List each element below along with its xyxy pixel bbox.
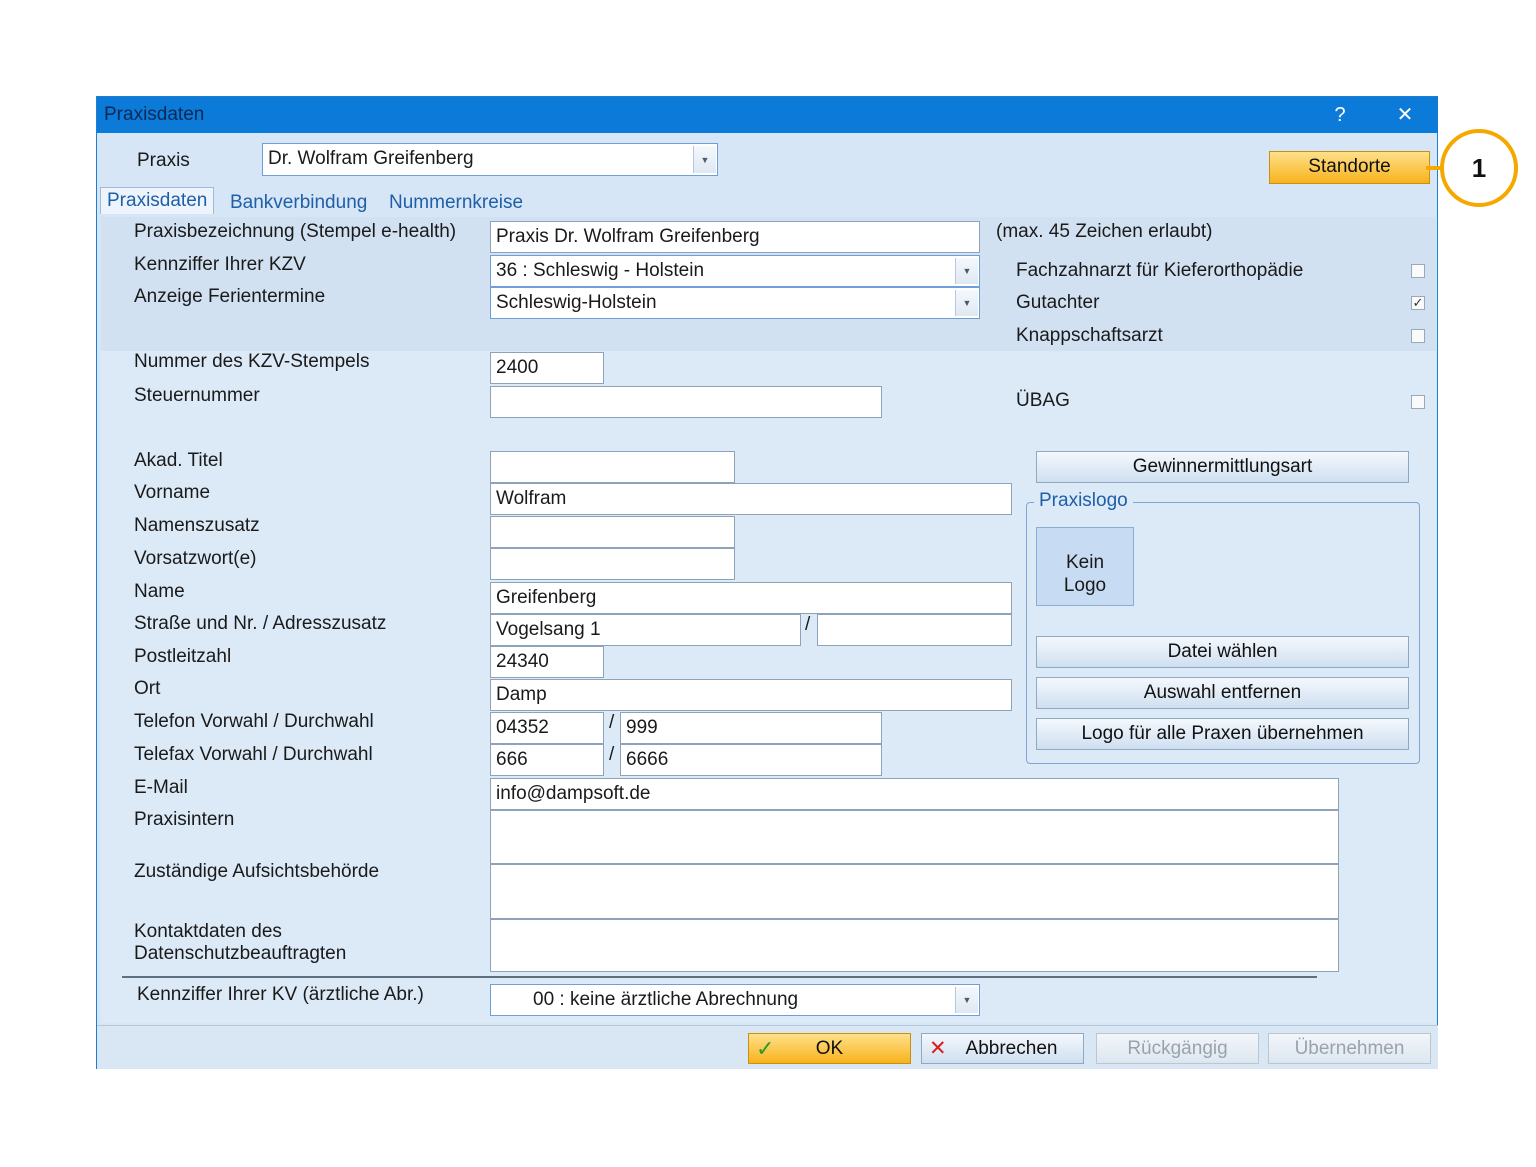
strasse-label: Straße und Nr. / Adresszusatz xyxy=(134,613,387,634)
tab-praxisdaten[interactable]: Praxisdaten xyxy=(100,187,215,214)
ferien-label: Anzeige Ferientermine xyxy=(134,286,326,307)
checkbox-kfo-label: Fachzahnarzt für Kieferorthopädie xyxy=(1016,260,1304,281)
telefax-durchwahl-input[interactable]: 6666 xyxy=(620,744,882,776)
aufsicht-label: Zuständige Aufsichtsbehörde xyxy=(134,861,380,882)
vorsatzwort-label: Vorsatzwort(e) xyxy=(134,548,257,569)
help-icon[interactable]: ? xyxy=(1328,104,1352,127)
telefax-label: Telefax Vorwahl / Durchwahl xyxy=(134,744,373,765)
title-bar xyxy=(97,97,1438,133)
ort-label: Ort xyxy=(134,678,161,699)
tab-bankverbindung[interactable]: Bankverbindung xyxy=(230,192,367,214)
steuer-input[interactable] xyxy=(490,386,882,418)
ferien-dropdown[interactable]: Schleswig-Holstein ▼ xyxy=(490,287,980,319)
chevron-down-icon[interactable]: ▼ xyxy=(955,258,978,284)
praxis-dropdown[interactable]: Dr. Wolfram Greifenberg ▼ xyxy=(262,143,718,176)
ort-input[interactable]: Damp xyxy=(490,679,1012,711)
namenszusatz-label: Namenszusatz xyxy=(134,515,260,536)
telefon-vorwahl-input[interactable]: 04352 xyxy=(490,712,604,744)
kzv-dropdown[interactable]: 36 : Schleswig - Holstein ▼ xyxy=(490,255,980,287)
uebernehmen-button[interactable]: Übernehmen xyxy=(1268,1033,1431,1064)
chevron-down-icon[interactable]: ▼ xyxy=(693,146,716,173)
ok-button[interactable]: ✓ OK xyxy=(748,1033,911,1064)
datenschutz-label-line2: Datenschutzbeauftragten xyxy=(134,943,347,964)
kv-label: Kennziffer Ihrer KV (ärztliche Abr.) xyxy=(137,984,424,1005)
praxis-label: Praxis xyxy=(137,150,190,171)
telefon-label: Telefon Vorwahl / Durchwahl xyxy=(134,711,374,732)
email-label: E-Mail xyxy=(134,777,188,798)
close-icon[interactable]: ✕ xyxy=(1392,102,1418,127)
chevron-down-icon[interactable]: ▼ xyxy=(955,987,978,1013)
checkbox-knappschaft[interactable] xyxy=(1411,329,1425,343)
plz-input[interactable]: 24340 xyxy=(490,646,604,678)
rueckgaengig-button[interactable]: Rückgängig xyxy=(1096,1033,1259,1064)
logo-placeholder-line2: Logo xyxy=(1063,575,1107,596)
logo-preview: Kein Logo xyxy=(1036,527,1134,606)
kv-value: 00 : keine ärztliche Abrechnung xyxy=(533,989,799,1010)
checkbox-uebag-label: ÜBAG xyxy=(1016,390,1070,411)
max-chars-hint: (max. 45 Zeichen erlaubt) xyxy=(996,221,1213,242)
datei-waehlen-button[interactable]: Datei wählen xyxy=(1036,636,1409,668)
datenschutz-label-line1: Kontaktdaten des xyxy=(134,921,282,942)
name-label: Name xyxy=(134,581,185,602)
separator-line xyxy=(122,976,1317,978)
praxisbezeichnung-input[interactable]: Praxis Dr. Wolfram Greifenberg xyxy=(490,221,980,253)
kzv-label: Kennziffer Ihrer KZV xyxy=(134,254,306,275)
praxislogo-title: Praxislogo xyxy=(1034,490,1133,512)
plz-label: Postleitzahl xyxy=(134,646,232,667)
logo-alle-praxen-button[interactable]: Logo für alle Praxen übernehmen xyxy=(1036,718,1409,750)
tab-nummernkreise[interactable]: Nummernkreise xyxy=(389,192,523,214)
cancel-x-icon: ✕ xyxy=(929,1037,947,1060)
kv-dropdown[interactable]: 00 : keine ärztliche Abrechnung ▼ xyxy=(490,984,980,1016)
auswahl-entfernen-button[interactable]: Auswahl entfernen xyxy=(1036,677,1409,709)
datenschutz-textarea[interactable] xyxy=(490,919,1339,972)
checkbox-gutachter[interactable]: ✓ xyxy=(1411,296,1425,310)
checkmark-icon: ✓ xyxy=(756,1036,775,1061)
kzv-value: 36 : Schleswig - Holstein xyxy=(496,260,705,281)
name-input[interactable]: Greifenberg xyxy=(490,582,1012,614)
strasse-input[interactable]: Vogelsang 1 xyxy=(490,614,801,646)
abbrechen-label: Abbrechen xyxy=(965,1038,1058,1059)
checkbox-uebag[interactable] xyxy=(1411,395,1425,409)
logo-placeholder-line1: Kein xyxy=(1065,552,1105,573)
checkbox-gutachter-label: Gutachter xyxy=(1016,292,1100,313)
namenszusatz-input[interactable] xyxy=(490,516,735,548)
praxisintern-textarea[interactable] xyxy=(490,810,1339,864)
strasse-slash: / xyxy=(805,614,811,635)
titel-label: Akad. Titel xyxy=(134,450,223,471)
abbrechen-button[interactable]: ✕ Abbrechen xyxy=(921,1033,1084,1064)
aufsicht-textarea[interactable] xyxy=(490,864,1339,919)
standorte-button[interactable]: Standorte xyxy=(1269,151,1430,184)
gewinnermittlung-button[interactable]: Gewinnermittlungsart xyxy=(1036,451,1409,483)
praxisintern-label: Praxisintern xyxy=(134,809,235,830)
steuer-label: Steuernummer xyxy=(134,385,260,406)
telefax-vorwahl-input[interactable]: 666 xyxy=(490,744,604,776)
vorname-input[interactable]: Wolfram xyxy=(490,483,1012,515)
window-title: Praxisdaten xyxy=(104,104,205,125)
telefon-slash: / xyxy=(609,712,615,733)
telefon-durchwahl-input[interactable]: 999 xyxy=(620,712,882,744)
ferien-value: Schleswig-Holstein xyxy=(496,292,657,313)
chevron-down-icon[interactable]: ▼ xyxy=(955,290,978,316)
praxisbezeichnung-label: Praxisbezeichnung (Stempel e-health) xyxy=(134,221,457,242)
checkbox-knappschaft-label: Knappschaftsarzt xyxy=(1016,325,1163,346)
stempel-input[interactable]: 2400 xyxy=(490,352,604,384)
email-input[interactable]: info@dampsoft.de xyxy=(490,778,1339,810)
adresszusatz-input[interactable] xyxy=(817,614,1012,646)
checkbox-kfo[interactable] xyxy=(1411,264,1425,278)
titel-input[interactable] xyxy=(490,451,735,483)
ok-label: OK xyxy=(815,1038,844,1059)
stempel-label: Nummer des KZV-Stempels xyxy=(134,351,370,372)
vorname-label: Vorname xyxy=(134,482,211,503)
vorsatzwort-input[interactable] xyxy=(490,548,735,580)
telefax-slash: / xyxy=(609,744,615,765)
praxis-value: Dr. Wolfram Greifenberg xyxy=(268,148,474,169)
callout-badge: 1 xyxy=(1440,129,1518,207)
